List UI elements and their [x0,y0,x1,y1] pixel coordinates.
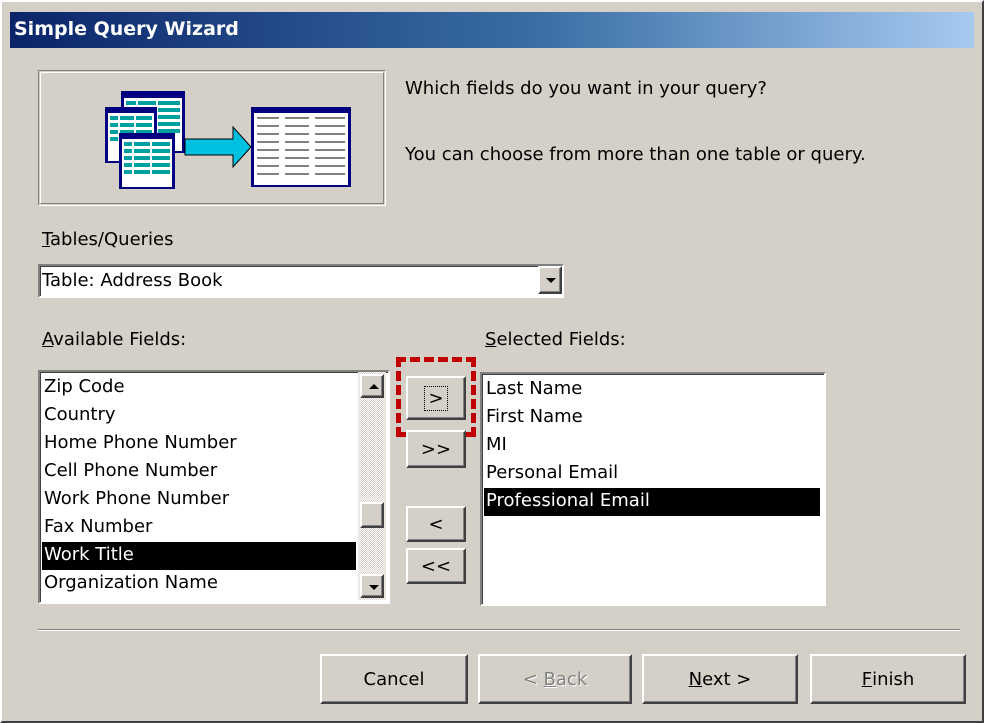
tables-queries-label-accesskey: T [42,229,51,250]
wizard-window: Simple Query Wizard Which fields do you … [0,0,984,723]
next-button[interactable]: Next > [642,654,798,704]
scroll-down-button[interactable] [360,574,384,598]
back-button-prefix: < [522,668,544,690]
list-item[interactable]: First Name [484,404,820,432]
intro-question: Which fields do you want in your query? [405,78,767,99]
tables-queries-combobox[interactable]: Table: Address Book [38,264,564,298]
wizard-illustration-panel [38,70,386,206]
add-all-fields-button[interactable]: >> [406,430,466,468]
footer-separator [38,629,960,631]
scroll-up-button[interactable] [360,374,384,398]
available-fields-label: Available Fields: [42,329,186,350]
right-arrow-icon [184,125,252,169]
list-item[interactable]: Home Phone Number [42,430,356,458]
remove-field-button[interactable]: < [406,506,466,542]
list-item[interactable]: Work Title [42,542,356,570]
list-item[interactable]: Last Name [484,376,820,404]
selected-fields-listbox[interactable]: Last Name First Name MI Personal Email Profe… [480,372,826,606]
available-fields-label-text: vailable Fields: [53,329,187,350]
selected-fields-label-accesskey: S [485,329,497,350]
list-item[interactable]: Cell Phone Number [42,458,356,486]
tables-queries-selected-value: Table: Address Book [42,270,223,291]
arrow-up-icon [369,384,379,389]
next-button-accesskey: N [688,668,703,690]
back-button-accesskey: B [543,668,556,690]
selected-fields-label-text: elected Fields: [496,329,626,350]
title-bar[interactable]: Simple Query Wizard [10,12,974,48]
list-item[interactable]: Work Phone Number [42,486,356,514]
available-fields-listbox[interactable]: Zip Code Country Home Phone Number Cell Pho… [38,370,390,604]
list-item[interactable]: Professional Email [484,488,820,516]
tables-to-query-icon [105,91,351,189]
next-button-text: ext > [702,668,752,690]
available-fields-label-accesskey: A [42,329,54,350]
list-item[interactable]: Country [42,402,356,430]
finish-button-accesskey: F [861,668,873,690]
list-item[interactable]: Fax Number [42,514,356,542]
arrow-down-icon [369,585,379,590]
tables-queries-label-text: ables/Queries [50,229,174,250]
finish-button[interactable]: Finish [810,654,966,704]
list-item[interactable]: Personal Email [484,460,820,488]
chevron-down-icon [546,278,556,283]
source-table-front-icon [119,133,175,189]
annotation-highlight-box [396,357,476,437]
back-button[interactable]: < Back [478,654,632,704]
available-fields-scrollbar[interactable] [358,372,386,600]
result-query-table-icon [251,107,351,187]
scroll-thumb[interactable] [360,502,384,528]
window-title: Simple Query Wizard [14,18,239,40]
back-button-text: ack [555,668,588,690]
list-item[interactable]: Organization Name [42,570,356,598]
remove-all-fields-button[interactable]: << [406,548,466,584]
cancel-button[interactable]: Cancel [320,654,468,704]
tables-queries-label: Tables/Queries [42,229,174,250]
combobox-dropdown-button[interactable] [538,266,562,294]
list-item[interactable]: Zip Code [42,374,356,402]
list-item[interactable]: MI [484,432,820,460]
intro-hint: You can choose from more than one table … [405,144,866,165]
selected-fields-label: Selected Fields: [485,329,626,350]
finish-button-text: inish [872,668,915,690]
